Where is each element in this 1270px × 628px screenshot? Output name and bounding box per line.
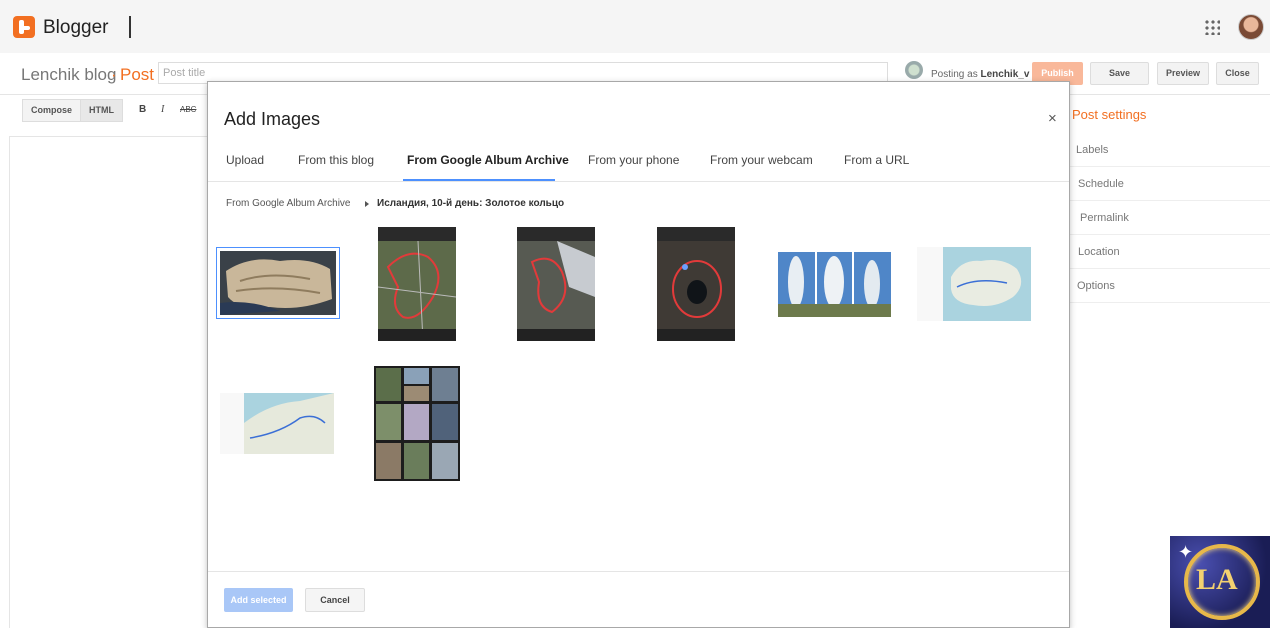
blogger-logo-text[interactable]: Blogger — [43, 17, 109, 39]
settings-item-labels[interactable]: Labels — [1060, 133, 1270, 167]
aerial-photo-image — [220, 251, 336, 315]
gps-map-image — [517, 227, 595, 341]
posting-as-text: Posting as Lenchik_v — [931, 69, 1029, 80]
compose-mode-button[interactable]: Compose — [22, 99, 81, 122]
settings-item-schedule[interactable]: Schedule — [1060, 167, 1270, 201]
close-icon[interactable]: × — [1048, 110, 1057, 127]
tab-from-this-blog[interactable]: From this blog — [298, 153, 374, 167]
header-separator: · — [111, 65, 117, 84]
route-map-image — [220, 393, 334, 454]
iceland-map-image — [917, 247, 1031, 321]
blogger-logo-icon[interactable] — [13, 16, 35, 38]
geyser-photo-image — [778, 252, 891, 317]
tab-upload[interactable]: Upload — [226, 153, 264, 167]
image-thumb-collage[interactable] — [374, 366, 460, 481]
strikethrough-icon[interactable]: ABC — [180, 105, 196, 114]
posting-as-user: Lenchik_v — [980, 69, 1030, 80]
dialog-title: Add Images — [224, 109, 321, 129]
breadcrumb-arrow-icon — [365, 201, 369, 207]
cancel-button[interactable]: Cancel — [305, 588, 365, 612]
image-thumb-gps-track-3[interactable] — [657, 227, 735, 341]
posting-as-prefix: Posting as — [931, 69, 978, 80]
image-thumb-gps-track-1[interactable] — [378, 227, 456, 341]
star-icon: ✦ — [1178, 542, 1194, 562]
add-images-dialog: Add Images × Upload From this blog From … — [207, 81, 1070, 628]
source-tabs: Upload From this blog From Google Album … — [208, 142, 1069, 182]
bold-icon[interactable]: B — [139, 104, 146, 115]
post-label: Post — [120, 65, 155, 84]
settings-item-label: Options — [1077, 280, 1115, 292]
image-thumb-route-map[interactable] — [220, 393, 334, 454]
image-thumb-aerial-photo[interactable] — [216, 247, 340, 319]
add-selected-button[interactable]: Add selected — [224, 588, 293, 612]
top-bar: Blogger — [0, 0, 1270, 53]
dialog-footer: Add selected Cancel — [208, 571, 1069, 627]
active-tab-indicator — [403, 179, 555, 181]
tab-from-your-phone[interactable]: From your phone — [588, 153, 679, 167]
settings-item-label: Location — [1078, 246, 1120, 258]
breadcrumb-current: Исландия, 10-й день: Золотое кольцо — [377, 198, 565, 209]
italic-icon[interactable]: I — [161, 104, 164, 115]
photo-collage-image — [374, 366, 460, 481]
blog-name[interactable]: Lenchik blog — [21, 65, 116, 85]
top-bar-divider — [129, 16, 131, 38]
tab-from-your-webcam[interactable]: From your webcam — [710, 153, 813, 167]
breadcrumb-root[interactable]: From Google Album Archive — [226, 198, 351, 209]
html-mode-button[interactable]: HTML — [80, 99, 123, 122]
settings-item-options[interactable]: Options — [1060, 269, 1270, 303]
tab-google-album-archive[interactable]: From Google Album Archive — [407, 153, 569, 167]
settings-item-location[interactable]: Location — [1060, 235, 1270, 269]
image-thumb-iceland-map[interactable] — [917, 247, 1031, 321]
image-thumb-geysers[interactable] — [778, 252, 891, 317]
settings-item-label: Schedule — [1078, 178, 1124, 190]
apps-grid-icon[interactable] — [1204, 19, 1220, 35]
gps-map-image — [657, 227, 735, 341]
tab-from-a-url[interactable]: From a URL — [844, 153, 909, 167]
preview-button[interactable]: Preview — [1157, 62, 1209, 85]
settings-item-label: Permalink — [1080, 212, 1129, 224]
corner-la-logo: ✦ LA — [1170, 536, 1270, 628]
posting-avatar-icon — [905, 61, 923, 79]
logo-letters: LA — [1196, 563, 1238, 596]
gps-map-image — [378, 227, 456, 341]
settings-item-label: Labels — [1076, 144, 1109, 156]
save-button[interactable]: Save — [1090, 62, 1149, 85]
image-thumb-gps-track-2[interactable] — [517, 227, 595, 341]
settings-item-permalink[interactable]: Permalink — [1060, 201, 1270, 235]
post-settings-title: Post settings — [1072, 107, 1147, 122]
close-button[interactable]: Close — [1216, 62, 1259, 85]
user-avatar[interactable] — [1238, 14, 1264, 40]
